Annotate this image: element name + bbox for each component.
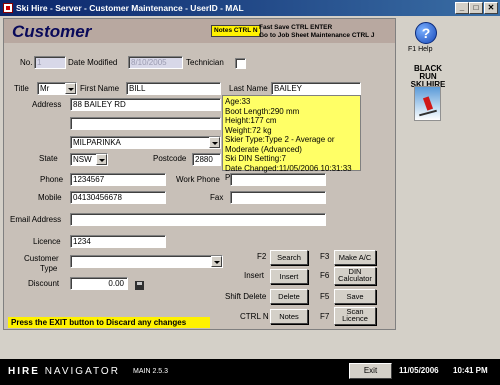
form-header: Customer Notes CTRL N Fast Save CTRL ENT…	[4, 19, 395, 43]
suburb-select[interactable]: MILPARINKA	[70, 136, 221, 149]
exit-button[interactable]: Exit	[349, 363, 392, 379]
chevron-down-icon[interactable]	[96, 154, 107, 165]
title-select[interactable]: Mr	[37, 82, 77, 95]
floppy-disk-icon[interactable]	[135, 281, 144, 290]
status-date: 11/05/2006	[399, 366, 439, 375]
licence-field[interactable]: 1234	[70, 235, 166, 248]
customer-type-select[interactable]	[70, 255, 223, 268]
delete-button[interactable]: Delete	[270, 289, 308, 304]
insert-shortcut-label: Insert	[244, 271, 265, 280]
fax-label: Fax	[210, 193, 224, 202]
address-line2-field[interactable]	[70, 117, 221, 130]
postcode-field[interactable]: 2880	[192, 153, 221, 166]
chevron-down-icon[interactable]	[211, 256, 222, 267]
status-bar: HIRE NAVIGATOR MAIN 2.5.3 Exit 11/05/200…	[0, 359, 500, 385]
first-name-label: First Name	[80, 84, 120, 93]
last-name-label: Last Name	[229, 84, 268, 93]
app-icon	[3, 3, 13, 13]
make-ac-shortcut-label: F3	[320, 252, 330, 261]
licence-label: Licence	[33, 237, 61, 246]
skier-info-panel: Age:33 Boot Length:290 mm Height:177 cm …	[222, 95, 361, 182]
phone-field[interactable]: 1234567	[70, 173, 166, 186]
version-text: MAIN 2.5.3	[133, 368, 169, 375]
discard-changes-banner: Press the EXIT button to Discard any cha…	[8, 317, 210, 328]
scan-label-line2: Licence	[342, 314, 368, 323]
page-title: Customer	[12, 22, 92, 41]
email-label: Email Address	[10, 215, 62, 224]
hire-navigator-logo: HIRE NAVIGATOR	[8, 366, 120, 377]
search-shortcut-label: F2	[257, 252, 267, 261]
date-modified-field: 8/10/2005	[128, 56, 183, 69]
info-age: Age:33	[225, 97, 251, 106]
din-shortcut-label: F6	[320, 271, 330, 280]
date-modified-label: Date Modified	[68, 58, 118, 67]
status-time: 10:41 PM	[453, 366, 488, 375]
discount-field[interactable]: 0.00	[70, 277, 128, 290]
technician-checkbox[interactable]	[235, 58, 246, 69]
help-icon[interactable]: ?	[415, 22, 437, 44]
first-name-field[interactable]: BILL	[126, 82, 221, 95]
scan-shortcut-label: F7	[320, 312, 330, 321]
address-label: Address	[32, 100, 62, 109]
suburb-value: MILPARINKA	[73, 138, 121, 147]
work-phone-label: Work Phone	[176, 175, 220, 184]
brand-line1: BLACK RUN	[414, 64, 442, 81]
search-button[interactable]: Search	[270, 250, 308, 265]
info-boot-length: Boot Length:290 mm	[225, 106, 300, 116]
customer-type-label-line2: Type	[40, 264, 58, 273]
postcode-label: Postcode	[153, 154, 187, 163]
work-phone-field[interactable]	[230, 173, 326, 186]
scan-licence-button[interactable]: Scan Licence	[334, 307, 376, 325]
state-label: State	[39, 154, 58, 163]
customer-number-field: 1	[34, 56, 66, 69]
address-line1-field[interactable]: 88 BAILEY RD	[70, 98, 221, 111]
fast-save-hint: Fast Save CTRL ENTER	[259, 24, 333, 31]
notes-shortcut-badge: Notes CTRL N	[211, 25, 261, 37]
skier-logo-image	[414, 86, 441, 121]
mobile-label: Mobile	[38, 193, 62, 202]
info-din-setting: Ski DIN Setting:7	[225, 154, 286, 163]
help-label: F1 Help	[408, 46, 433, 53]
save-shortcut-label: F5	[320, 292, 330, 301]
notes-shortcut-label: CTRL N	[240, 312, 269, 321]
info-skier-type: Skier Type:Type 2 - Average or Moderate …	[225, 135, 335, 154]
delete-shortcut-label: Shift Delete	[225, 292, 267, 301]
last-name-field[interactable]: BAILEY	[271, 82, 361, 95]
close-button[interactable]: ✕	[484, 2, 498, 14]
side-panel: ? F1 Help BLACK RUN SKI HIRE	[398, 18, 498, 330]
mobile-field[interactable]: 04130456678	[70, 191, 166, 204]
job-sheet-hint: Go to Job Sheet Maintenance CTRL J	[259, 32, 375, 39]
state-select[interactable]: NSW	[70, 153, 108, 166]
maximize-button[interactable]: □	[469, 2, 483, 14]
discount-label: Discount	[28, 279, 60, 288]
minimize-button[interactable]: _	[455, 2, 469, 14]
insert-button[interactable]: Insert	[270, 269, 308, 284]
no-label: No.	[20, 58, 33, 67]
info-weight: Weight:72 kg	[225, 125, 272, 135]
info-height: Height:177 cm	[225, 116, 277, 125]
title-value: Mr	[40, 84, 50, 93]
make-account-button[interactable]: Make A/C	[334, 250, 376, 265]
din-calculator-button[interactable]: DIN Calculator	[334, 267, 376, 285]
chevron-down-icon[interactable]	[209, 137, 220, 148]
customer-form-panel: Customer Notes CTRL N Fast Save CTRL ENT…	[3, 18, 396, 330]
email-field[interactable]	[70, 213, 326, 226]
phone-label: Phone	[40, 175, 64, 184]
brand-navigator: NAVIGATOR	[44, 366, 120, 377]
state-value: NSW	[73, 155, 92, 164]
title-label: Title	[14, 84, 29, 93]
din-label-line2: Calculator	[338, 274, 372, 283]
title-bar: Ski Hire - Server - Customer Maintenance…	[0, 0, 500, 16]
notes-button[interactable]: Notes	[270, 309, 308, 324]
fax-field[interactable]	[230, 191, 326, 204]
technician-label: Technician	[186, 58, 224, 67]
save-button[interactable]: Save	[334, 289, 376, 304]
chevron-down-icon[interactable]	[65, 83, 76, 94]
window-title: Ski Hire - Server - Customer Maintenance…	[16, 3, 244, 13]
brand-hire: HIRE	[8, 366, 40, 377]
